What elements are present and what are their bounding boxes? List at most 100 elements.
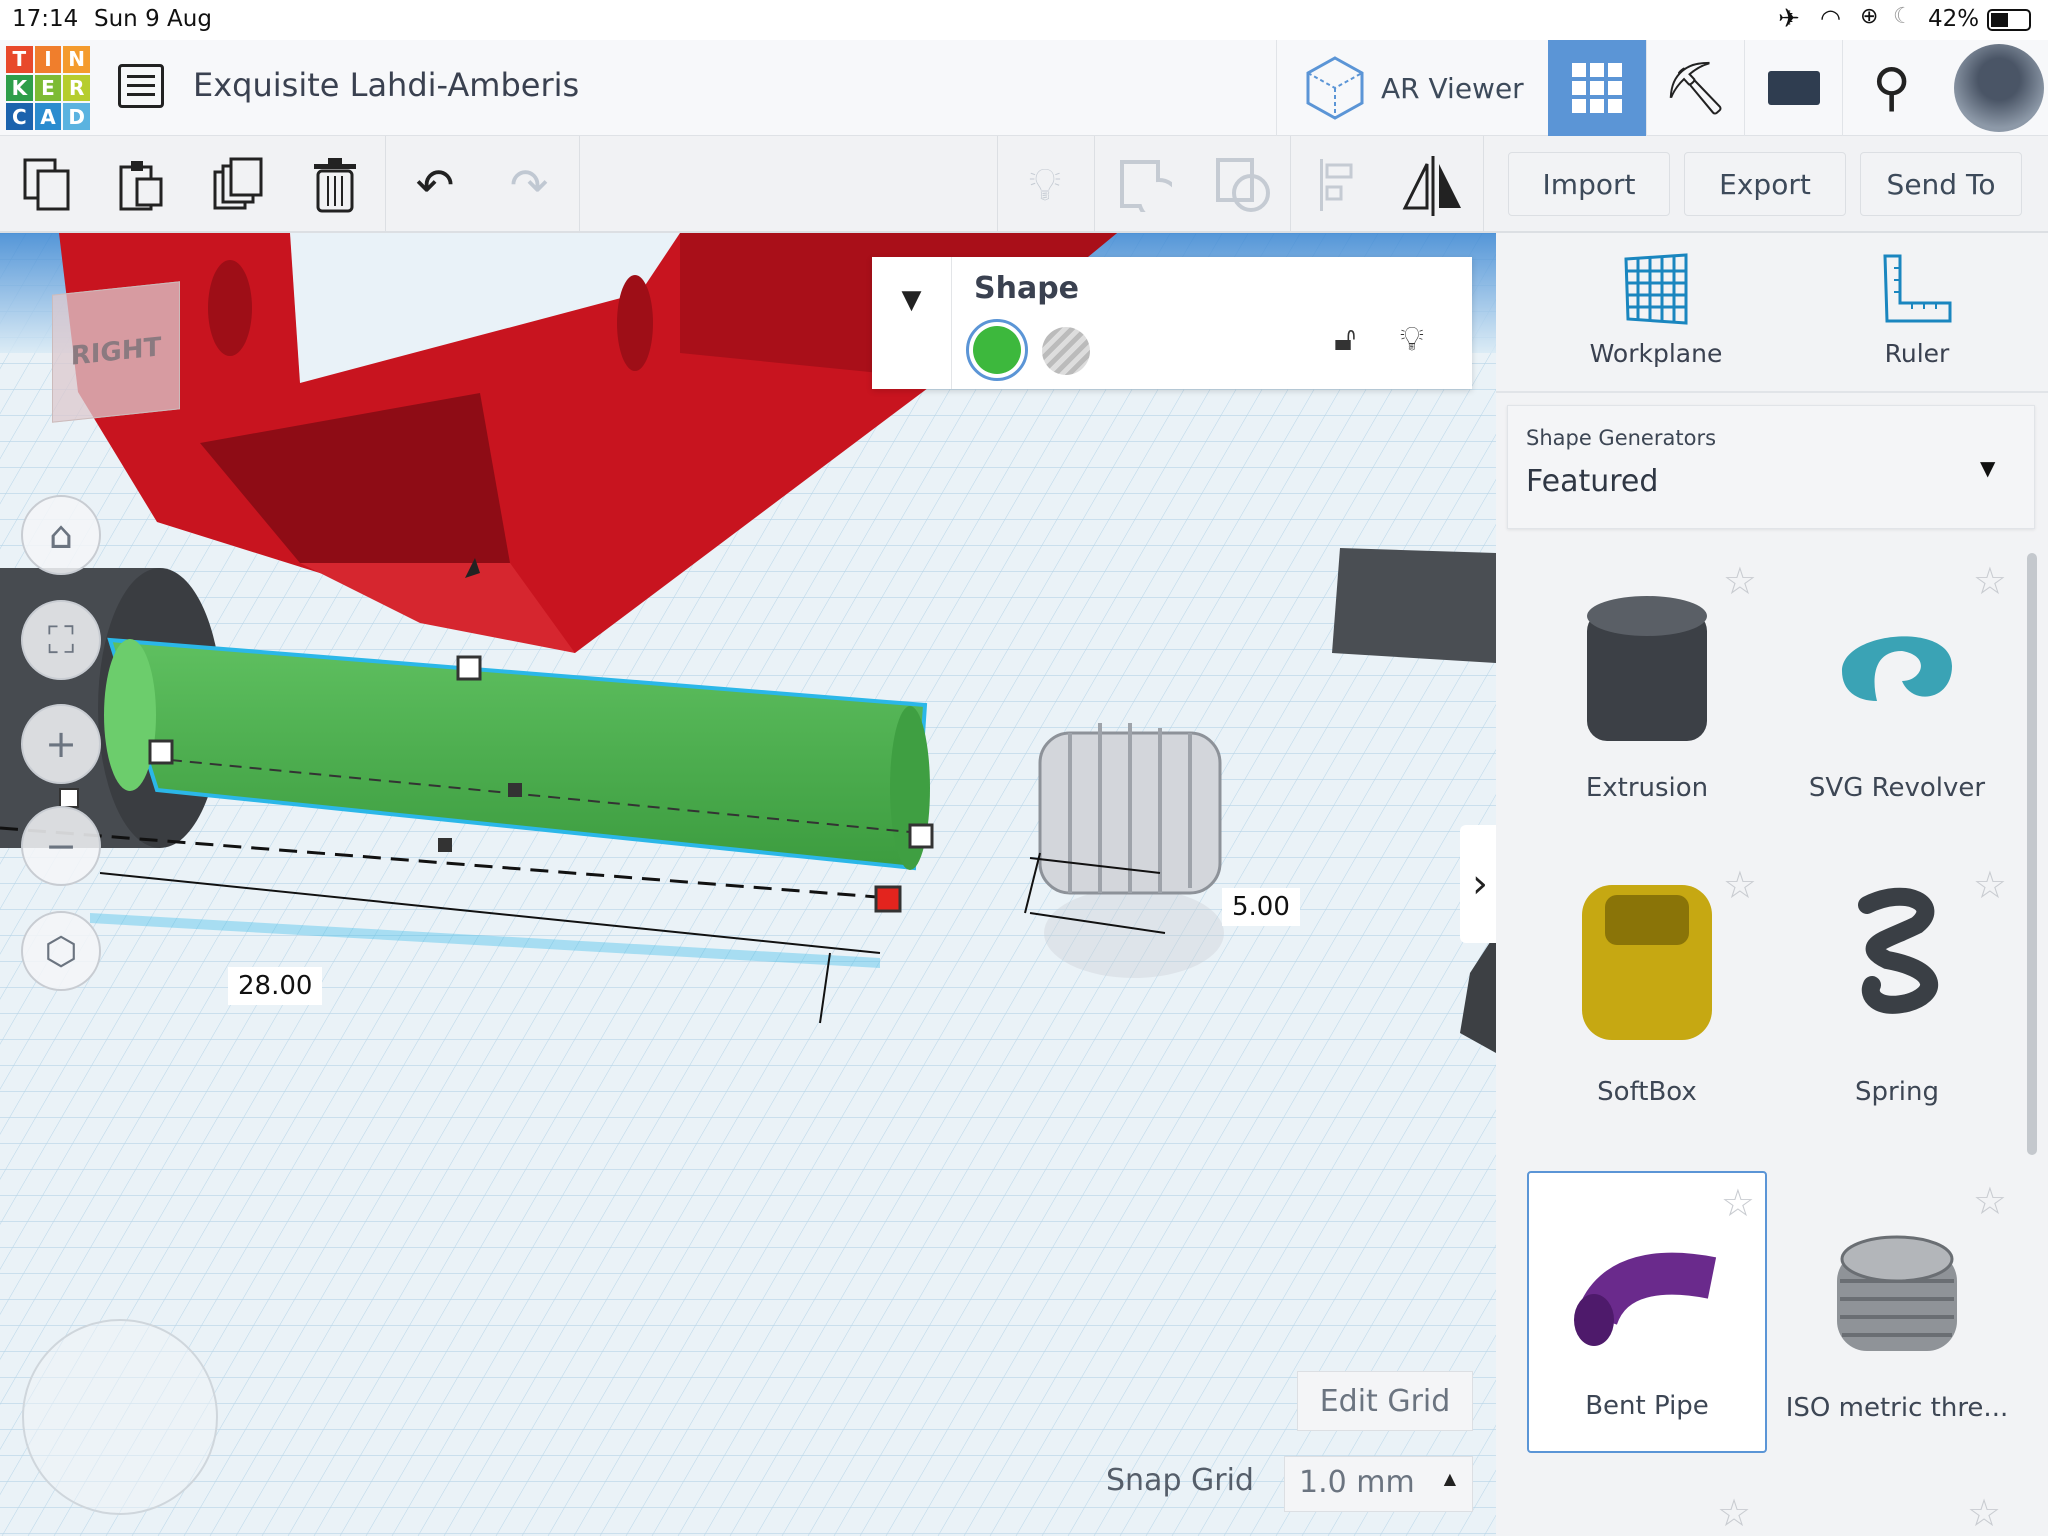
battery-icon [1987, 9, 2031, 31]
scene [0, 233, 1496, 1536]
status-date: Sun 9 Aug [94, 6, 212, 32]
lock-icon[interactable]: 🔓︎ [1334, 319, 1356, 359]
favorite-star-icon[interactable]: ☆ [1717, 1491, 1751, 1535]
length-dimension-label[interactable]: 28.00 [228, 967, 323, 1005]
shape-item-iso-metric-thread[interactable]: ISO metric thre... ☆ [1777, 1171, 2017, 1453]
zoom-out-button[interactable]: − [21, 806, 101, 886]
favorite-star-icon[interactable]: ☆ [1973, 1179, 2007, 1223]
solid-color-button[interactable] [966, 319, 1028, 381]
duplicate-icon [213, 157, 263, 210]
import-button[interactable]: Import [1508, 152, 1670, 216]
dark-block-object[interactable] [1332, 548, 1496, 663]
snap-grid-select[interactable]: 1.0 mm ▲ [1284, 1456, 1473, 1512]
ruler-label: Ruler [1884, 339, 1950, 368]
favorite-star-icon[interactable]: ☆ [1973, 863, 2007, 907]
trash-icon [314, 158, 356, 213]
ar-viewer-button[interactable]: AR Viewer [1276, 40, 1548, 136]
shape-label: Spring [1855, 1077, 1939, 1107]
delete-button[interactable] [300, 150, 370, 220]
edit-grid-button[interactable]: Edit Grid [1297, 1371, 1473, 1431]
3d-workplane-viewport[interactable]: 28.00 5.00 RIGHT ⌂ ⛶ + − ⬡ › Edit Grid S… [0, 233, 1496, 1536]
shape-label: ISO metric thre... [1785, 1393, 2009, 1423]
user-avatar[interactable] [1954, 44, 2044, 132]
favorite-star-icon[interactable]: ☆ [1973, 559, 2007, 603]
right-panel: Workplane Ruler Shape Generators Feature… [1496, 233, 2048, 1536]
paste-button[interactable] [107, 150, 177, 220]
show-all-button[interactable]: 💡︎ [1010, 150, 1080, 220]
caret-down-icon: ▼ [1980, 456, 1996, 480]
iso-thread-thumbnail [1837, 1235, 1957, 1351]
collapse-inspector-button[interactable]: ▼ [872, 257, 952, 389]
snap-grid-value: 1.0 mm [1299, 1465, 1415, 1500]
favorite-star-icon[interactable]: ☆ [1723, 559, 1757, 603]
height-dimension-label[interactable]: 5.00 [1222, 888, 1300, 926]
favorite-star-icon[interactable]: ☆ [1967, 1491, 2001, 1535]
lightbulb-icon: 💡︎ [1028, 157, 1062, 211]
3d-design-view-button[interactable] [1548, 40, 1646, 136]
favorite-star-icon[interactable]: ☆ [1721, 1181, 1755, 1225]
fit-icon: ⛶ [47, 617, 75, 662]
caret-up-icon: ▲ [1443, 1469, 1456, 1488]
codeblocks-button[interactable]: ⛏ [1646, 40, 1744, 136]
project-title[interactable]: Exquisite Lahdi-Amberis [193, 66, 579, 104]
group-button[interactable] [1110, 150, 1180, 220]
snap-grid-label: Snap Grid [1106, 1463, 1254, 1498]
ar-viewer-label: AR Viewer [1381, 71, 1524, 105]
home-icon: ⌂ [48, 513, 74, 557]
duplicate-button[interactable] [204, 150, 274, 220]
shapes-scrollbar[interactable] [2027, 553, 2037, 1155]
bricks-button[interactable] [1744, 40, 1842, 136]
workplane-button[interactable]: Workplane [1556, 253, 1756, 393]
shape-item-extrusion[interactable]: Extrusion ☆ [1527, 551, 1767, 833]
copy-button[interactable] [13, 150, 83, 220]
send-to-button[interactable]: Send To [1860, 152, 2022, 216]
pickaxe-icon: ⛏ [1662, 58, 1729, 119]
view-cube[interactable]: RIGHT [52, 281, 180, 423]
collapse-panel-button[interactable]: › [1460, 825, 1496, 943]
design-list-icon[interactable] [118, 64, 164, 108]
shape-item-svg-revolver[interactable]: SVG Revolver ☆ [1777, 551, 2017, 833]
orbit-joystick[interactable] [22, 1319, 218, 1515]
undo-icon: ↶ [415, 158, 455, 212]
ar-cube-icon [1306, 56, 1364, 120]
fit-view-button[interactable]: ⛶ [21, 600, 101, 680]
ruler-button[interactable]: Ruler [1817, 253, 2017, 393]
shape-label: SVG Revolver [1808, 773, 1986, 803]
status-time: 17:14 [12, 6, 79, 32]
view-cube-face-label: RIGHT [70, 332, 162, 372]
shape-item-bent-pipe[interactable]: Bent Pipe ☆ [1527, 1171, 1767, 1453]
logo-letter: R [63, 74, 90, 102]
thread-object[interactable] [1024, 723, 1224, 978]
shape-inspector-panel: ▼ Shape 🔓︎ 💡︎ [872, 257, 1472, 389]
mirror-button[interactable] [1398, 150, 1468, 220]
hole-button[interactable] [1042, 327, 1090, 375]
visibility-lightbulb-icon[interactable]: 💡︎ [1400, 319, 1424, 359]
redo-button[interactable]: ↷ [494, 150, 564, 220]
shape-generators-dropdown[interactable]: Shape Generators Featured ▼ [1507, 405, 2035, 529]
shape-item-spring[interactable]: Spring ☆ [1777, 855, 2017, 1137]
logo-letter: C [6, 103, 33, 130]
favorite-star-icon[interactable]: ☆ [1723, 863, 1757, 907]
shape-item-softbox[interactable]: SoftBox ☆ [1527, 855, 1767, 1137]
logo-letter: K [6, 74, 33, 102]
invite-user-button[interactable]: ⚲ [1842, 40, 1940, 136]
extrusion-thumbnail [1587, 596, 1707, 741]
logo-letter: E [34, 74, 62, 102]
export-button[interactable]: Export [1684, 152, 1846, 216]
shape-label: Bent Pipe [1585, 1391, 1709, 1421]
align-button[interactable] [1303, 150, 1373, 220]
user-add-icon: ⚲ [1872, 58, 1911, 118]
minus-icon: − [45, 824, 77, 868]
ungroup-button[interactable] [1208, 150, 1278, 220]
logo-letter: A [34, 103, 62, 130]
airplane-icon: ✈ [1778, 4, 1800, 34]
undo-button[interactable]: ↶ [400, 150, 470, 220]
home-view-button[interactable]: ⌂ [21, 495, 101, 575]
perspective-button[interactable]: ⬡ [21, 911, 101, 991]
rotation-lock-icon: ⊕ [1860, 4, 1879, 29]
tinkercad-logo[interactable]: T I N K E R C A D [6, 46, 90, 130]
logo-letter: I [34, 46, 62, 73]
zoom-in-button[interactable]: + [21, 704, 101, 784]
brick-icon [1767, 71, 1820, 105]
ungroup-icon [1216, 158, 1270, 212]
